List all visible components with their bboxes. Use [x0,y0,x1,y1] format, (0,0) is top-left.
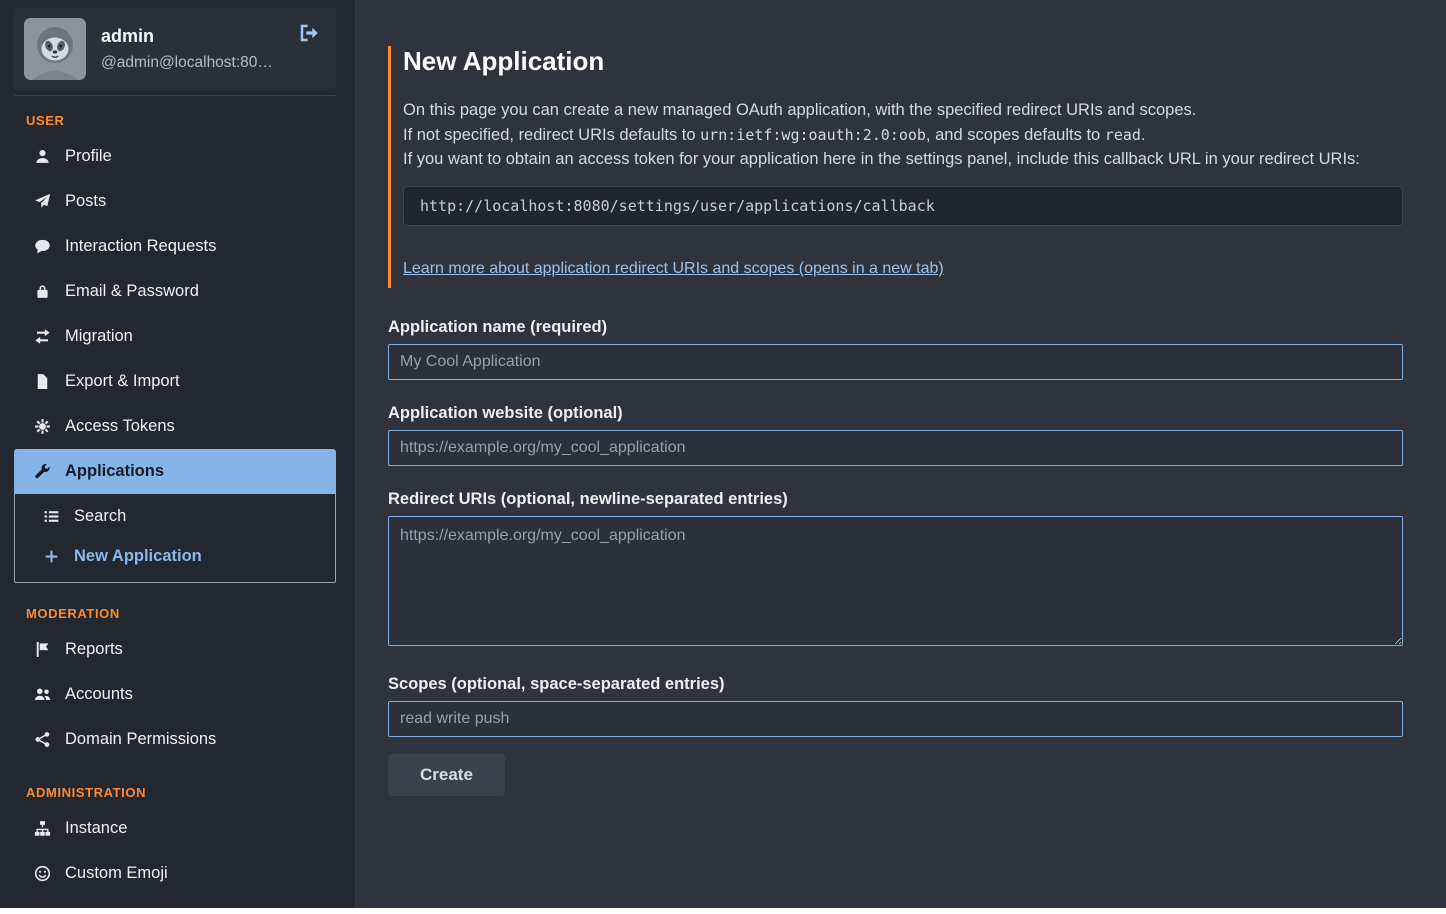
section-label-moderation: MODERATION [26,606,336,621]
user-icon [32,148,52,165]
user-name: admin [101,26,283,47]
sidebar-item-label: Custom Emoji [65,864,168,883]
plus-icon [41,548,61,565]
sidebar-item-label: Export & Import [65,372,180,391]
sidebar-item-label: Email & Password [65,282,199,301]
intro-line-1: On this page you can create a new manage… [403,98,1403,123]
section-label-administration: ADMINISTRATION [26,785,336,800]
intro-text-part: , and scopes defaults to [926,126,1105,144]
paper-plane-icon [32,193,52,210]
share-nodes-icon [32,731,52,748]
sidebar-item-label: Domain Permissions [65,730,216,749]
page-intro: New Application On this page you can cre… [388,46,1403,288]
intro-line-3: If you want to obtain an access token fo… [403,147,1403,172]
application-name-input[interactable] [388,344,1403,380]
new-application-form: Application name (required) Application … [388,318,1403,796]
sidebar-item-posts[interactable]: Posts [14,179,336,224]
scopes-input[interactable] [388,701,1403,737]
sidebar-item-interaction-requests[interactable]: Interaction Requests [14,224,336,269]
sidebar-item-accounts[interactable]: Accounts [14,672,336,717]
sidebar-item-custom-emoji[interactable]: Custom Emoji [14,851,336,896]
sidebar-item-migration[interactable]: Migration [14,314,336,359]
applications-submenu: Search New Application [14,494,336,583]
inline-code-read: read [1105,126,1141,144]
sidebar-item-domain-permissions[interactable]: Domain Permissions [14,717,336,762]
application-website-label: Application website (optional) [388,404,1403,423]
sidebar-item-label: Migration [65,327,133,346]
user-handle: @admin@localhost:80… [101,54,283,72]
smiley-icon [32,865,52,882]
callback-url-codeblock: http://localhost:8080/settings/user/appl… [403,186,1403,226]
main-content: New Application On this page you can cre… [355,0,1446,908]
learn-more-link[interactable]: Learn more about application redirect UR… [403,260,944,278]
list-icon [41,508,61,525]
sidebar-item-export-import[interactable]: Export & Import [14,359,336,404]
sidebar-item-actions[interactable]: Actions [14,896,336,908]
sloth-avatar [24,18,86,80]
tools-icon [32,463,52,480]
user-meta: admin @admin@localhost:80… [101,26,283,72]
user-card: admin @admin@localhost:80… [14,8,336,90]
submenu-item-search[interactable]: Search [15,496,335,536]
flag-icon [32,641,52,658]
sidebar-item-label: Access Tokens [65,417,175,436]
sidebar-item-label: Reports [65,640,123,659]
sitemap-icon [32,820,52,837]
sidebar-item-email-password[interactable]: Email & Password [14,269,336,314]
application-website-input[interactable] [388,430,1403,466]
scopes-label: Scopes (optional, space-separated entrie… [388,675,1403,694]
gear-icon [32,418,52,435]
users-icon [32,686,52,703]
sidebar-item-label: Interaction Requests [65,237,216,256]
page-title: New Application [403,46,1403,77]
submenu-item-label: New Application [74,547,202,566]
sidebar-item-label: Posts [65,192,106,211]
sidebar-item-reports[interactable]: Reports [14,627,336,672]
settings-app: admin @admin@localhost:80… USER Profile … [0,0,1446,908]
sidebar-item-instance[interactable]: Instance [14,806,336,851]
sidebar-item-label: Profile [65,147,112,166]
intro-text-part: . [1141,126,1146,144]
sidebar-item-applications[interactable]: Applications [14,449,336,494]
create-button[interactable]: Create [388,754,505,796]
intro-line-2: If not specified, redirect URIs defaults… [403,123,1403,148]
file-icon [32,373,52,390]
sidebar: admin @admin@localhost:80… USER Profile … [0,0,355,908]
user-avatar [24,18,86,80]
inline-code-oob: urn:ietf:wg:oauth:2.0:oob [700,126,926,144]
sidebar-item-access-tokens[interactable]: Access Tokens [14,404,336,449]
lock-icon [32,283,52,300]
sign-out-icon[interactable] [298,18,326,49]
application-name-label: Application name (required) [388,318,1403,337]
redirect-uris-label: Redirect URIs (optional, newline-separat… [388,490,1403,509]
submenu-item-label: Search [74,507,126,526]
sidebar-item-label: Applications [65,462,164,481]
submenu-item-new-application[interactable]: New Application [15,536,335,576]
intro-text-part: If not specified, redirect URIs defaults… [403,126,700,144]
sidebar-item-label: Instance [65,819,127,838]
section-label-user: USER [26,113,336,128]
redirect-uris-textarea[interactable] [388,516,1403,646]
sidebar-item-profile[interactable]: Profile [14,134,336,179]
sidebar-item-label: Accounts [65,685,133,704]
comment-icon [32,238,52,255]
transfer-arrows-icon [32,328,52,345]
